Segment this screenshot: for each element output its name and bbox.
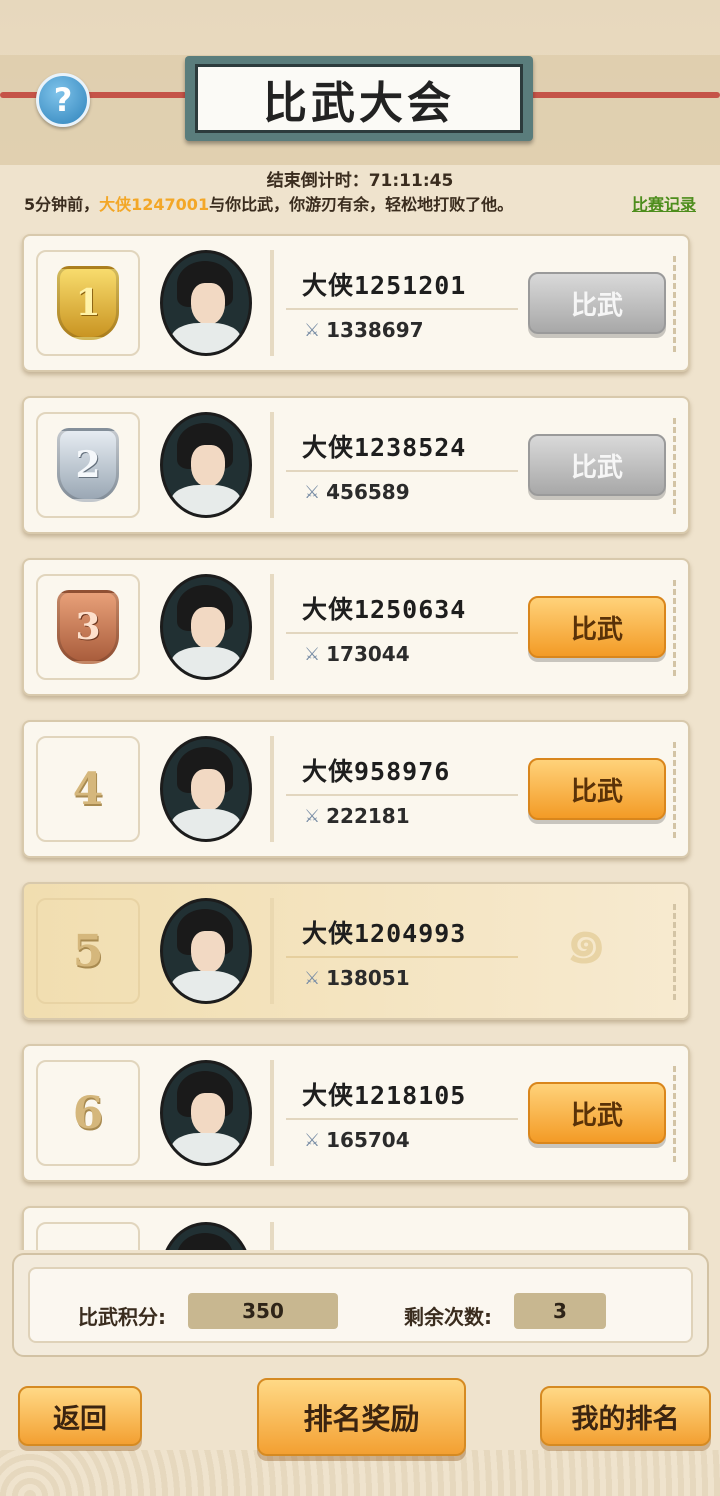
rank-badge: 5 [36,898,140,1004]
bronze-medal-icon: 3 [57,590,119,664]
crossed-swords-icon: ⚔ [304,967,321,989]
rank-number: 5 [72,925,104,977]
player-name: 大侠1251201 [302,271,467,300]
name-underline [286,470,518,472]
rank-number: 4 [72,763,104,815]
player-avatar [160,1222,252,1250]
points-label: 比武积分: [78,1305,166,1329]
card-divider [270,574,274,680]
combat-power: ⚔ 456589 [304,480,410,504]
rank-badge: 2 [36,412,140,518]
player-avatar [160,412,252,518]
card-divider [270,1060,274,1166]
challenge-button[interactable]: 比武 [528,272,666,334]
combat-power: ⚔ 165704 [304,1128,410,1152]
rank-reward-button[interactable]: 排名奖励 [257,1378,466,1456]
card-divider [270,736,274,842]
torn-edge-decoration [673,742,690,838]
remaining-value: 3 [514,1293,606,1329]
rank-badge: 1 [36,250,140,356]
player-name: 大侠1238524 [302,433,467,462]
player-avatar [160,898,252,1004]
torn-edge-decoration [673,418,690,514]
ranking-list[interactable]: 1 大侠1251201 ⚔ 1338697 比武 2 大侠1238524 ⚔ 456… [0,0,720,1250]
torn-edge-decoration [673,580,690,676]
challenge-button[interactable]: 比武 [528,596,666,658]
rank-badge: 4 [36,736,140,842]
silver-medal-icon: 2 [57,428,119,502]
player-avatar [160,736,252,842]
crossed-swords-icon: ⚔ [304,643,321,665]
player-name: 大侠1204993 [302,919,467,948]
power-value: 222181 [326,804,410,828]
crossed-swords-icon: ⚔ [304,805,321,827]
crossed-swords-icon: ⚔ [304,319,321,341]
name-underline [286,956,518,958]
combat-power: ⚔ 1338697 [304,318,424,342]
player-card: 1 大侠1251201 ⚔ 1338697 比武 [22,234,690,372]
torn-edge-decoration [673,256,690,352]
card-divider [270,412,274,518]
cloud-swirl-icon: ๑ [564,898,609,980]
player-name: 大侠1218105 [302,1081,467,1110]
name-underline [286,632,518,634]
challenge-button[interactable]: 比武 [528,1082,666,1144]
rank-badge [36,1222,140,1250]
torn-edge-decoration [673,904,690,1000]
card-divider [270,250,274,356]
card-divider [270,1222,274,1250]
power-value: 456589 [326,480,410,504]
remaining-label: 剩余次数: [404,1305,492,1329]
rank-number: 6 [72,1087,104,1139]
player-name: 大侠1250634 [302,595,467,624]
torn-edge-decoration [673,1066,690,1162]
power-value: 138051 [326,966,410,990]
power-value: 1338697 [326,318,424,342]
rank-badge: 3 [36,574,140,680]
combat-power: ⚔ 138051 [304,966,410,990]
name-underline [286,1118,518,1120]
player-name: 大侠958976 [302,757,451,786]
player-card-self: 5 大侠1204993 ⚔ 138051 ๑ [22,882,690,1020]
player-avatar [160,1060,252,1166]
challenge-button[interactable]: 比武 [528,758,666,820]
player-card: 3 大侠1250634 ⚔ 173044 比武 [22,558,690,696]
power-value: 173044 [326,642,410,666]
my-rank-button[interactable]: 我的排名 [540,1386,711,1446]
name-underline [286,794,518,796]
back-button[interactable]: 返回 [18,1386,142,1446]
challenge-button[interactable]: 比武 [528,434,666,496]
combat-power: ⚔ 173044 [304,642,410,666]
score-panel-inner: 比武积分: 350 剩余次数: 3 [28,1267,693,1343]
power-value: 165704 [326,1128,410,1152]
gold-medal-icon: 1 [57,266,119,340]
crossed-swords-icon: ⚔ [304,1129,321,1151]
wave-decoration [0,1450,720,1496]
score-panel: 比武积分: 350 剩余次数: 3 [12,1253,709,1357]
points-value: 350 [188,1293,338,1329]
player-avatar [160,574,252,680]
name-underline [286,308,518,310]
card-divider [270,898,274,1004]
player-card: 4 大侠958976 ⚔ 222181 比武 [22,720,690,858]
rank-badge: 6 [36,1060,140,1166]
player-card: 2 大侠1238524 ⚔ 456589 比武 [22,396,690,534]
crossed-swords-icon: ⚔ [304,481,321,503]
player-card-partial [22,1206,690,1250]
player-card: 6 大侠1218105 ⚔ 165704 比武 [22,1044,690,1182]
combat-power: ⚔ 222181 [304,804,410,828]
player-avatar [160,250,252,356]
